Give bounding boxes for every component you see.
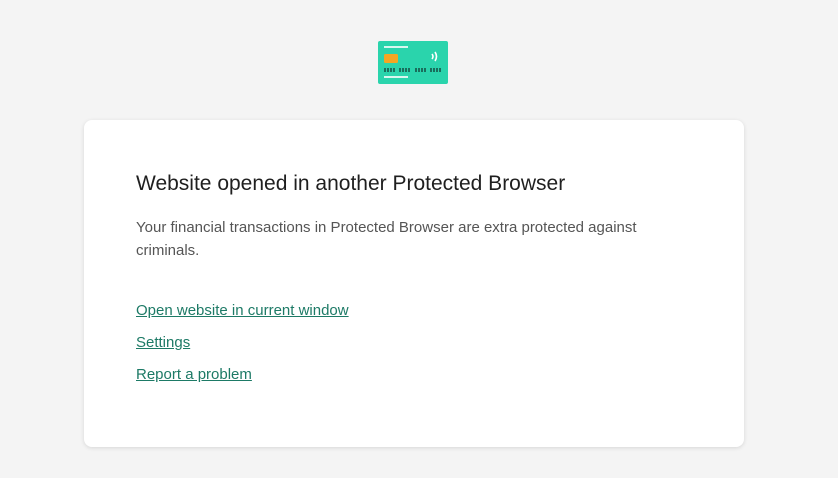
- page: Website opened in another Protected Brow…: [0, 0, 838, 478]
- description-text: Your financial transactions in Protected…: [136, 219, 637, 259]
- open-in-current-window-link[interactable]: Open website in current window: [136, 301, 349, 321]
- page-title: Website opened in another Protected Brow…: [136, 172, 566, 195]
- payment-card-icon: [378, 41, 448, 84]
- settings-link[interactable]: Settings: [136, 333, 190, 353]
- dialog-panel: Website opened in another Protected Brow…: [84, 120, 744, 447]
- report-problem-link[interactable]: Report a problem: [136, 365, 252, 385]
